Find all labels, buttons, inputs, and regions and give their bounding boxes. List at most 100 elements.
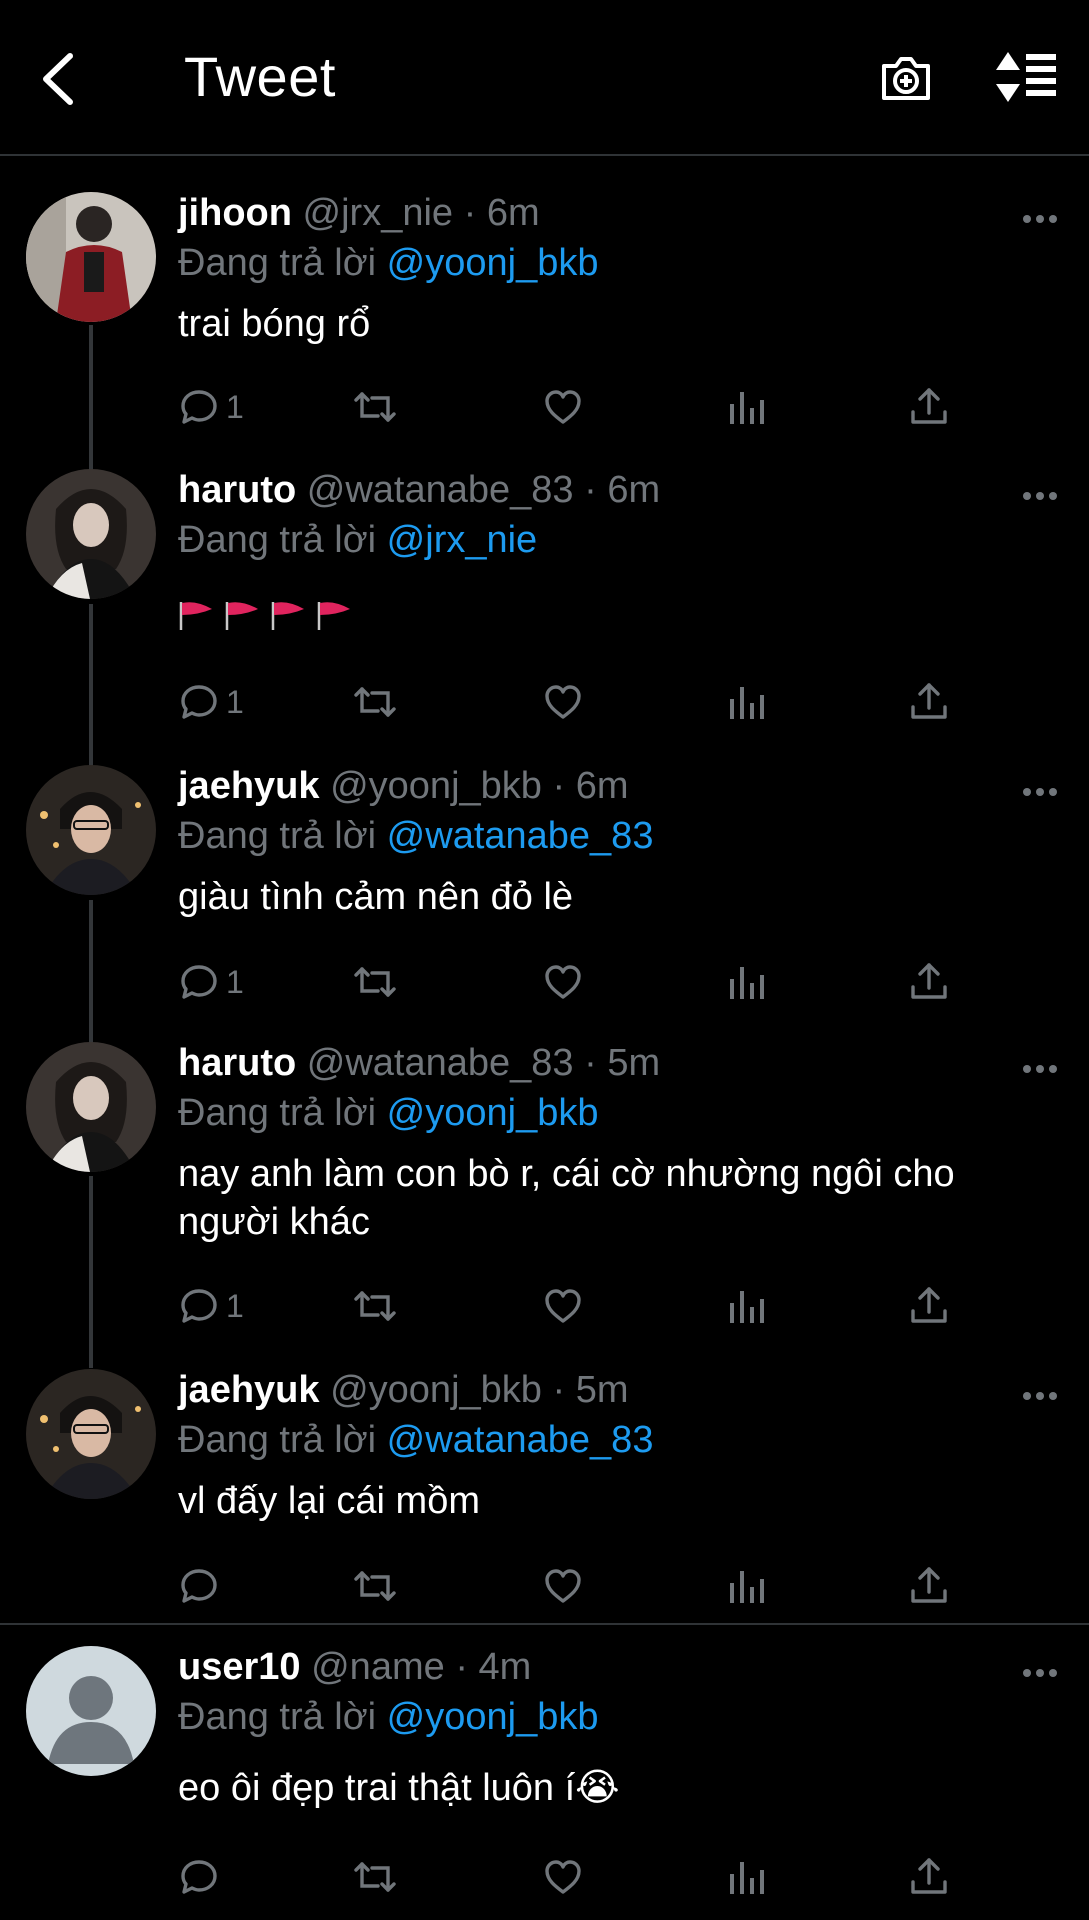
- reply-button[interactable]: 1: [178, 1283, 244, 1329]
- top-bar: Tweet: [0, 0, 1089, 156]
- views-icon: [730, 1291, 764, 1323]
- share-button[interactable]: [908, 384, 950, 430]
- share-icon: [911, 1287, 947, 1323]
- author-handle[interactable]: @jrx_nie: [303, 192, 454, 234]
- author-name[interactable]: haruto: [178, 469, 296, 511]
- retweet-button[interactable]: [354, 679, 396, 725]
- reply-mention[interactable]: @watanabe_83: [387, 1419, 654, 1461]
- reply-count: 1: [226, 683, 244, 720]
- retweet-button[interactable]: [354, 1283, 396, 1329]
- reply-mention[interactable]: @yoonj_bkb: [387, 242, 599, 284]
- tweet-text: giàu tình cảm nên đỏ lè: [178, 876, 574, 918]
- avatar[interactable]: [26, 1646, 156, 1776]
- author-handle[interactable]: @watanabe_83: [307, 469, 574, 511]
- author-name[interactable]: jaehyuk: [178, 765, 320, 807]
- views-button[interactable]: [726, 1563, 768, 1609]
- retweet-button[interactable]: [354, 1563, 396, 1609]
- share-icon: [911, 683, 947, 719]
- like-button[interactable]: [542, 1563, 584, 1609]
- heart-icon: [545, 965, 581, 999]
- retweet-button[interactable]: [354, 384, 396, 430]
- heart-icon: [545, 1569, 581, 1603]
- views-button[interactable]: [726, 1854, 768, 1900]
- views-button[interactable]: [726, 959, 768, 1005]
- share-button[interactable]: [908, 959, 950, 1005]
- retweet-button[interactable]: [354, 1854, 396, 1900]
- reply-button[interactable]: [178, 1854, 226, 1900]
- author-handle[interactable]: @yoonj_bkb: [330, 765, 542, 807]
- back-button[interactable]: [38, 50, 78, 108]
- views-icon: [730, 967, 764, 999]
- camera-button[interactable]: [878, 50, 934, 106]
- share-button[interactable]: [908, 1283, 950, 1329]
- section-divider: [0, 1623, 1089, 1625]
- like-button[interactable]: [542, 384, 584, 430]
- reply-icon: [181, 1289, 217, 1323]
- views-button[interactable]: [726, 1283, 768, 1329]
- camera-plus-icon: [882, 57, 930, 100]
- avatar[interactable]: [26, 765, 156, 895]
- reply-button[interactable]: 1: [178, 384, 244, 430]
- chevron-left-icon: [43, 53, 73, 105]
- share-button[interactable]: [908, 1854, 950, 1900]
- author-name[interactable]: jaehyuk: [178, 1369, 320, 1411]
- avatar[interactable]: [26, 1042, 156, 1172]
- share-button[interactable]: [908, 1563, 950, 1609]
- share-icon: [911, 1858, 947, 1894]
- more-icon: [1023, 215, 1057, 223]
- more-icon: [1023, 1065, 1057, 1073]
- timestamp[interactable]: 6m: [607, 469, 660, 511]
- reply-icon: [181, 1569, 217, 1603]
- reply-button[interactable]: 1: [178, 959, 244, 1005]
- timestamp[interactable]: 5m: [607, 1042, 660, 1084]
- more-button[interactable]: [1021, 1666, 1059, 1678]
- tweet-text: trai bóng rổ: [178, 303, 371, 345]
- sort-button[interactable]: [994, 50, 1058, 104]
- reply-mention[interactable]: @yoonj_bkb: [387, 1092, 599, 1134]
- thread-line: [89, 325, 93, 473]
- reply-icon: [181, 1860, 217, 1894]
- retweet-button[interactable]: [354, 959, 396, 1005]
- author-handle[interactable]: @yoonj_bkb: [330, 1369, 542, 1411]
- more-button[interactable]: [1021, 489, 1059, 501]
- avatar[interactable]: [26, 469, 156, 599]
- views-button[interactable]: [726, 384, 768, 430]
- author-name[interactable]: jihoon: [178, 192, 292, 234]
- reply-button[interactable]: 1: [178, 679, 244, 725]
- author-name[interactable]: haruto: [178, 1042, 296, 1084]
- more-icon: [1023, 1669, 1057, 1677]
- author-name[interactable]: user10: [178, 1646, 301, 1688]
- reply-button[interactable]: [178, 1563, 226, 1609]
- avatar[interactable]: [26, 1369, 156, 1499]
- heart-icon: [545, 390, 581, 424]
- reply-mention[interactable]: @watanabe_83: [387, 815, 654, 857]
- reply-mention[interactable]: @yoonj_bkb: [387, 1696, 599, 1738]
- share-button[interactable]: [908, 679, 950, 725]
- tweet-text: [178, 589, 1065, 637]
- red-flag-icon: [225, 601, 258, 630]
- author-handle[interactable]: @watanabe_83: [307, 1042, 574, 1084]
- timestamp[interactable]: 4m: [479, 1646, 532, 1688]
- reply-mention[interactable]: @jrx_nie: [387, 519, 538, 561]
- reply-icon: [181, 685, 217, 719]
- share-icon: [911, 1567, 947, 1603]
- more-button[interactable]: [1021, 212, 1059, 224]
- timestamp[interactable]: 6m: [576, 765, 629, 807]
- more-button[interactable]: [1021, 785, 1059, 797]
- red-flag-icon: [179, 601, 212, 630]
- like-button[interactable]: [542, 1283, 584, 1329]
- more-button[interactable]: [1021, 1062, 1059, 1074]
- reply-icon: [181, 390, 217, 424]
- like-button[interactable]: [542, 679, 584, 725]
- avatar[interactable]: [26, 192, 156, 322]
- like-button[interactable]: [542, 959, 584, 1005]
- tweet-text: vl đấy lại cái mồm: [178, 1480, 480, 1522]
- author-handle[interactable]: @name: [311, 1646, 445, 1688]
- timestamp[interactable]: 5m: [576, 1369, 629, 1411]
- like-button[interactable]: [542, 1854, 584, 1900]
- timestamp[interactable]: 6m: [487, 192, 540, 234]
- views-button[interactable]: [726, 679, 768, 725]
- sort-icon: [996, 52, 1056, 102]
- more-button[interactable]: [1021, 1389, 1059, 1401]
- reply-count: 1: [226, 1287, 244, 1324]
